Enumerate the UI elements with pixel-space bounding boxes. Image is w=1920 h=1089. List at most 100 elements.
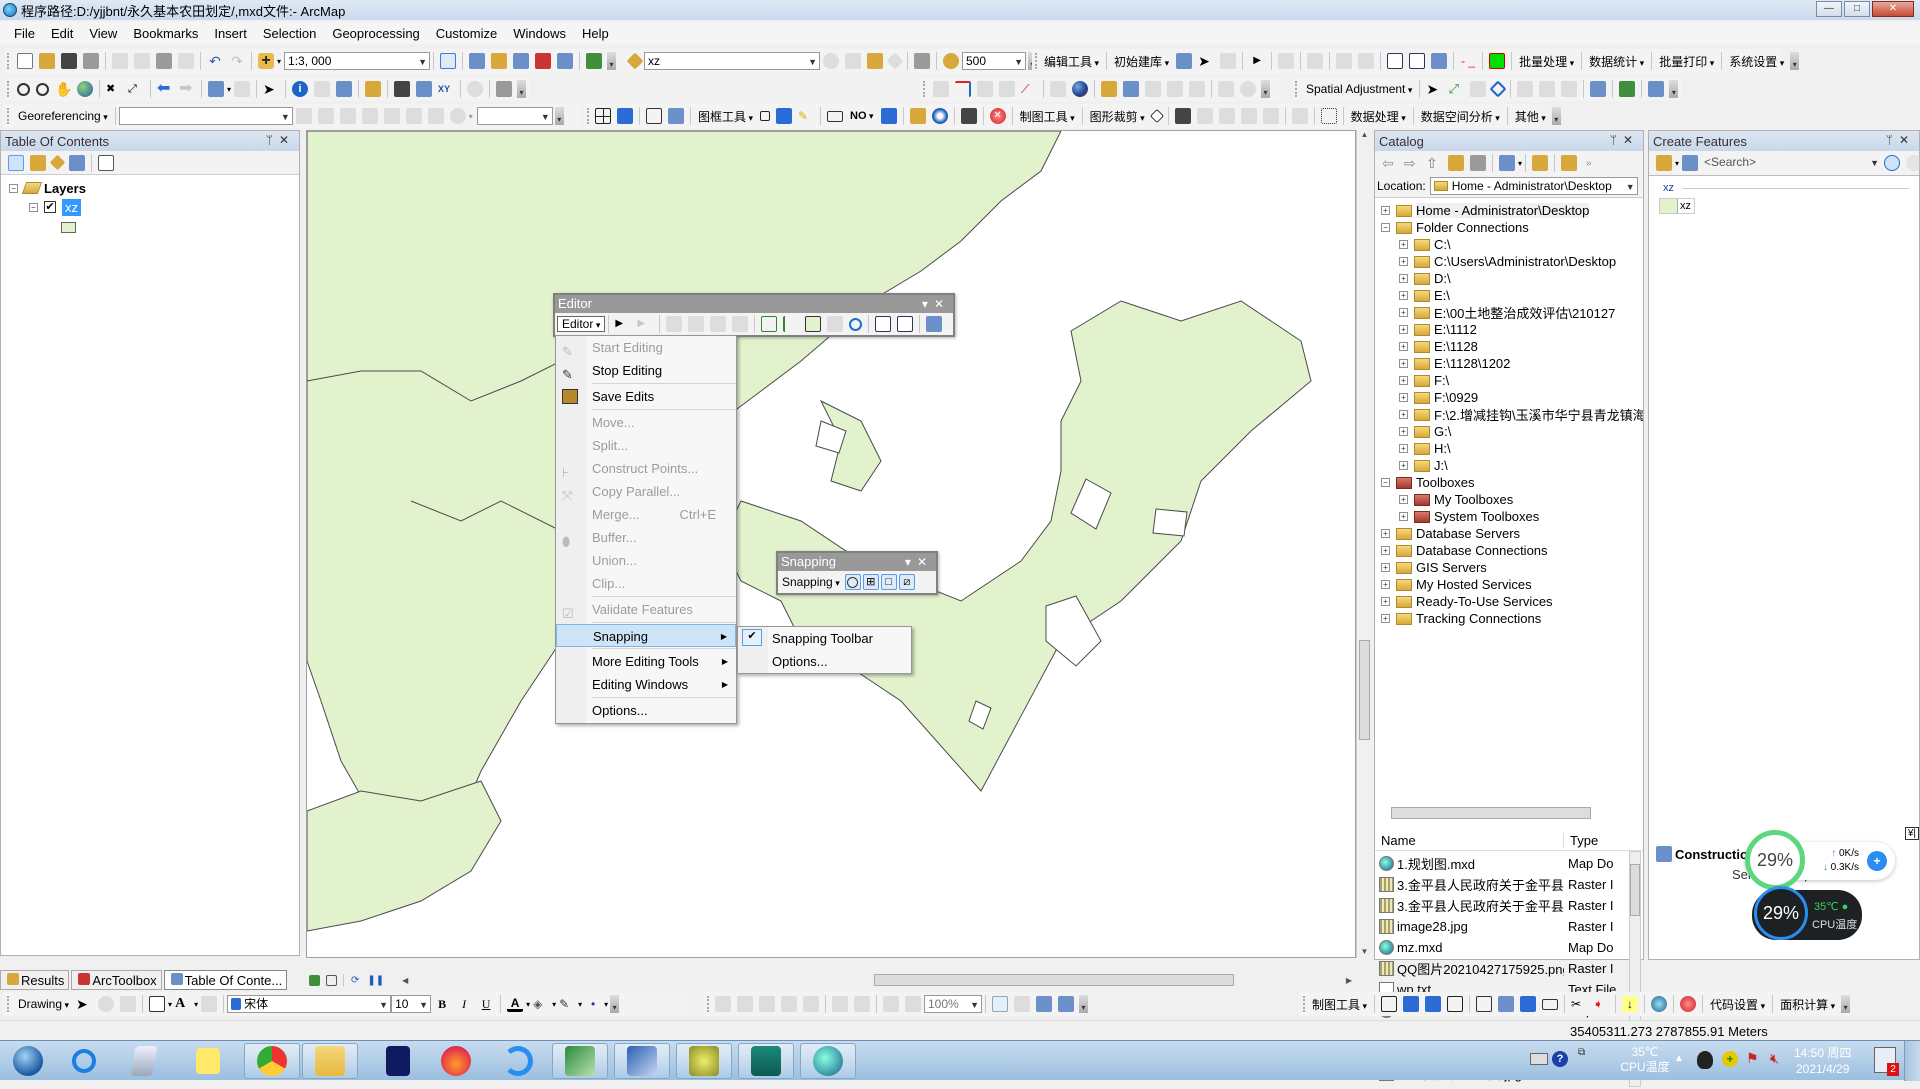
stop-icon[interactable] xyxy=(1680,996,1697,1012)
save-icon[interactable] xyxy=(61,53,77,69)
layer-symbol-swatch[interactable] xyxy=(61,221,76,233)
menu-edit[interactable]: Edit xyxy=(43,26,81,41)
menu-cartography-tools-bottom[interactable]: 制图工具 xyxy=(1308,996,1371,1013)
reshape-feature-icon[interactable] xyxy=(783,316,799,332)
list-by-selection-icon[interactable] xyxy=(69,154,85,171)
grid-layout-icon[interactable] xyxy=(1381,996,1398,1012)
scroll-left-icon[interactable]: ◀ xyxy=(402,976,408,985)
brightness-icon[interactable] xyxy=(845,53,861,69)
delete-icon[interactable] xyxy=(178,53,194,69)
close-icon[interactable]: ✕ xyxy=(1623,133,1639,147)
construction-tools-icon[interactable] xyxy=(710,316,727,332)
keyboard-icon[interactable] xyxy=(1530,1053,1548,1065)
expand-icon[interactable]: + xyxy=(1381,597,1390,606)
menu-graphic-clip[interactable]: 图形裁剪 xyxy=(1086,108,1149,125)
cut-icon[interactable] xyxy=(112,53,128,69)
scroll-up-icon[interactable]: ▲ xyxy=(1357,130,1372,139)
stop-icon[interactable]: ✕ xyxy=(989,108,1006,124)
menu-item-snapping[interactable]: Snapping ▶ xyxy=(556,624,736,647)
catalog-content-row[interactable]: QQ图片20210427175925.png Raster I xyxy=(1379,958,1631,979)
contrast-icon[interactable] xyxy=(823,53,839,69)
notification-icon[interactable]: 2 xyxy=(1874,1047,1899,1076)
menu-item-options[interactable]: Options... xyxy=(556,699,736,722)
menu-item-start-editing[interactable]: ✎ Start Editing xyxy=(556,336,736,359)
toolbar-overflow[interactable]: ▾ xyxy=(517,80,527,98)
pause-drawing-icon[interactable]: ❚❚ xyxy=(367,975,384,986)
menu-cartography-tools[interactable]: 制图工具 xyxy=(1016,108,1079,125)
computer-icon[interactable] xyxy=(1403,996,1420,1012)
hyperlink-icon[interactable] xyxy=(314,81,331,97)
map-scale-combo[interactable]: 1:3, 000 xyxy=(284,52,431,70)
menu-editing-tools[interactable]: 编辑工具 xyxy=(1040,53,1103,70)
close-icon[interactable]: ✕ xyxy=(934,297,950,311)
menu-frame-tools[interactable]: 图框工具 xyxy=(694,108,757,125)
tool3-icon[interactable] xyxy=(1167,81,1183,97)
catalog-tree-item[interactable]: + F:\0929 xyxy=(1381,389,1637,406)
clear-search-icon[interactable] xyxy=(1906,155,1920,171)
catalog-tree-item[interactable]: + My Hosted Services xyxy=(1381,576,1637,593)
tool5-icon[interactable] xyxy=(1218,81,1234,97)
refresh-icon[interactable] xyxy=(1123,81,1139,97)
buffer-value-input[interactable]: 500 xyxy=(962,52,1026,70)
expand-icon[interactable]: + xyxy=(1381,546,1390,555)
search-window-icon[interactable] xyxy=(513,53,530,69)
menu-spatial-adjustment[interactable]: Spatial Adjustment xyxy=(1302,82,1416,96)
menu-batch-processing[interactable]: 批量处理 xyxy=(1515,53,1578,70)
menu-help[interactable]: Help xyxy=(574,26,617,41)
no-button[interactable]: NO xyxy=(846,110,878,122)
green-fill-icon[interactable] xyxy=(1489,53,1506,69)
expand-icon[interactable]: + xyxy=(1399,308,1408,317)
list-icon[interactable] xyxy=(960,108,977,124)
point-snapping-icon[interactable] xyxy=(844,574,861,590)
computer-icon[interactable] xyxy=(617,108,633,124)
add-control-points-icon[interactable] xyxy=(295,108,312,124)
organize-templates-icon[interactable] xyxy=(1682,155,1699,171)
catalog-tree-item[interactable]: + G:\ xyxy=(1381,423,1637,440)
zoom-to-selected-icon[interactable] xyxy=(120,996,137,1012)
new-document-icon[interactable] xyxy=(17,53,33,69)
close-icon[interactable]: ✕ xyxy=(917,555,933,569)
rectangle-icon[interactable] xyxy=(827,110,844,122)
target-layer-combo[interactable]: xz xyxy=(644,52,820,70)
menu-file[interactable]: File xyxy=(6,26,43,41)
feature-template-xz[interactable]: xz xyxy=(1659,198,1695,214)
menu-bookmarks[interactable]: Bookmarks xyxy=(125,26,206,41)
expand-icon[interactable]: + xyxy=(1381,563,1390,572)
clear-selected-icon[interactable] xyxy=(234,81,251,97)
catalog-icon[interactable] xyxy=(491,53,508,69)
catalog-content-row[interactable]: image28.jpg Raster I xyxy=(1379,916,1631,937)
redo-icon[interactable]: ↷ xyxy=(229,53,245,69)
menu-item-snapping-toolbar[interactable]: ✔ Snapping Toolbar xyxy=(738,627,911,650)
taskbar-rocket-app[interactable] xyxy=(370,1043,426,1079)
menu-geoprocessing[interactable]: Geoprocessing xyxy=(324,26,427,41)
rotate-angle-input[interactable] xyxy=(476,107,553,125)
menu-initial-build[interactable]: 初始建库 xyxy=(1110,53,1173,70)
toolbar-overflow[interactable]: ▾ xyxy=(1669,80,1679,98)
arcmap-search-icon[interactable] xyxy=(1651,996,1668,1012)
menu-view[interactable]: View xyxy=(81,26,125,41)
list-by-visibility-icon[interactable] xyxy=(49,154,66,171)
expand-icon[interactable]: + xyxy=(1399,291,1408,300)
pan-icon[interactable]: ✋ xyxy=(55,81,72,97)
catalog-tree-item[interactable]: + E:\00土地整治成效评估\210127 xyxy=(1381,304,1637,321)
attributes-icon[interactable] xyxy=(1387,53,1404,69)
menu-item-construct-points[interactable]: ⊦ Construct Points... xyxy=(556,457,736,480)
language-icon[interactable]: ⧉ xyxy=(1578,1047,1585,1058)
tool10-icon[interactable] xyxy=(1262,108,1279,124)
menu-spatial-analysis[interactable]: 数据空间分析 xyxy=(1417,108,1504,125)
catalog-tree-item[interactable]: + Database Servers xyxy=(1381,525,1637,542)
menu-item-move[interactable]: Move... xyxy=(556,411,736,434)
select-features-icon[interactable] xyxy=(1176,53,1193,69)
menu-item-validate-features[interactable]: ☑ Validate Features xyxy=(556,598,736,621)
layout-zoom-combo[interactable]: 100% xyxy=(924,995,982,1013)
expand-icon[interactable]: + xyxy=(1399,461,1408,470)
label-icon[interactable] xyxy=(909,108,926,124)
scroll-thumb[interactable] xyxy=(1359,640,1370,740)
expand-icon[interactable]: + xyxy=(1381,206,1390,215)
font-color-icon[interactable]: A xyxy=(507,996,524,1012)
maximize-button[interactable]: □ xyxy=(1844,1,1870,17)
toggle-draft-mode-icon[interactable] xyxy=(992,996,1008,1012)
expand-icon[interactable]: + xyxy=(1381,614,1390,623)
options-icon[interactable] xyxy=(98,154,114,171)
georef-layer-combo[interactable] xyxy=(118,107,293,125)
